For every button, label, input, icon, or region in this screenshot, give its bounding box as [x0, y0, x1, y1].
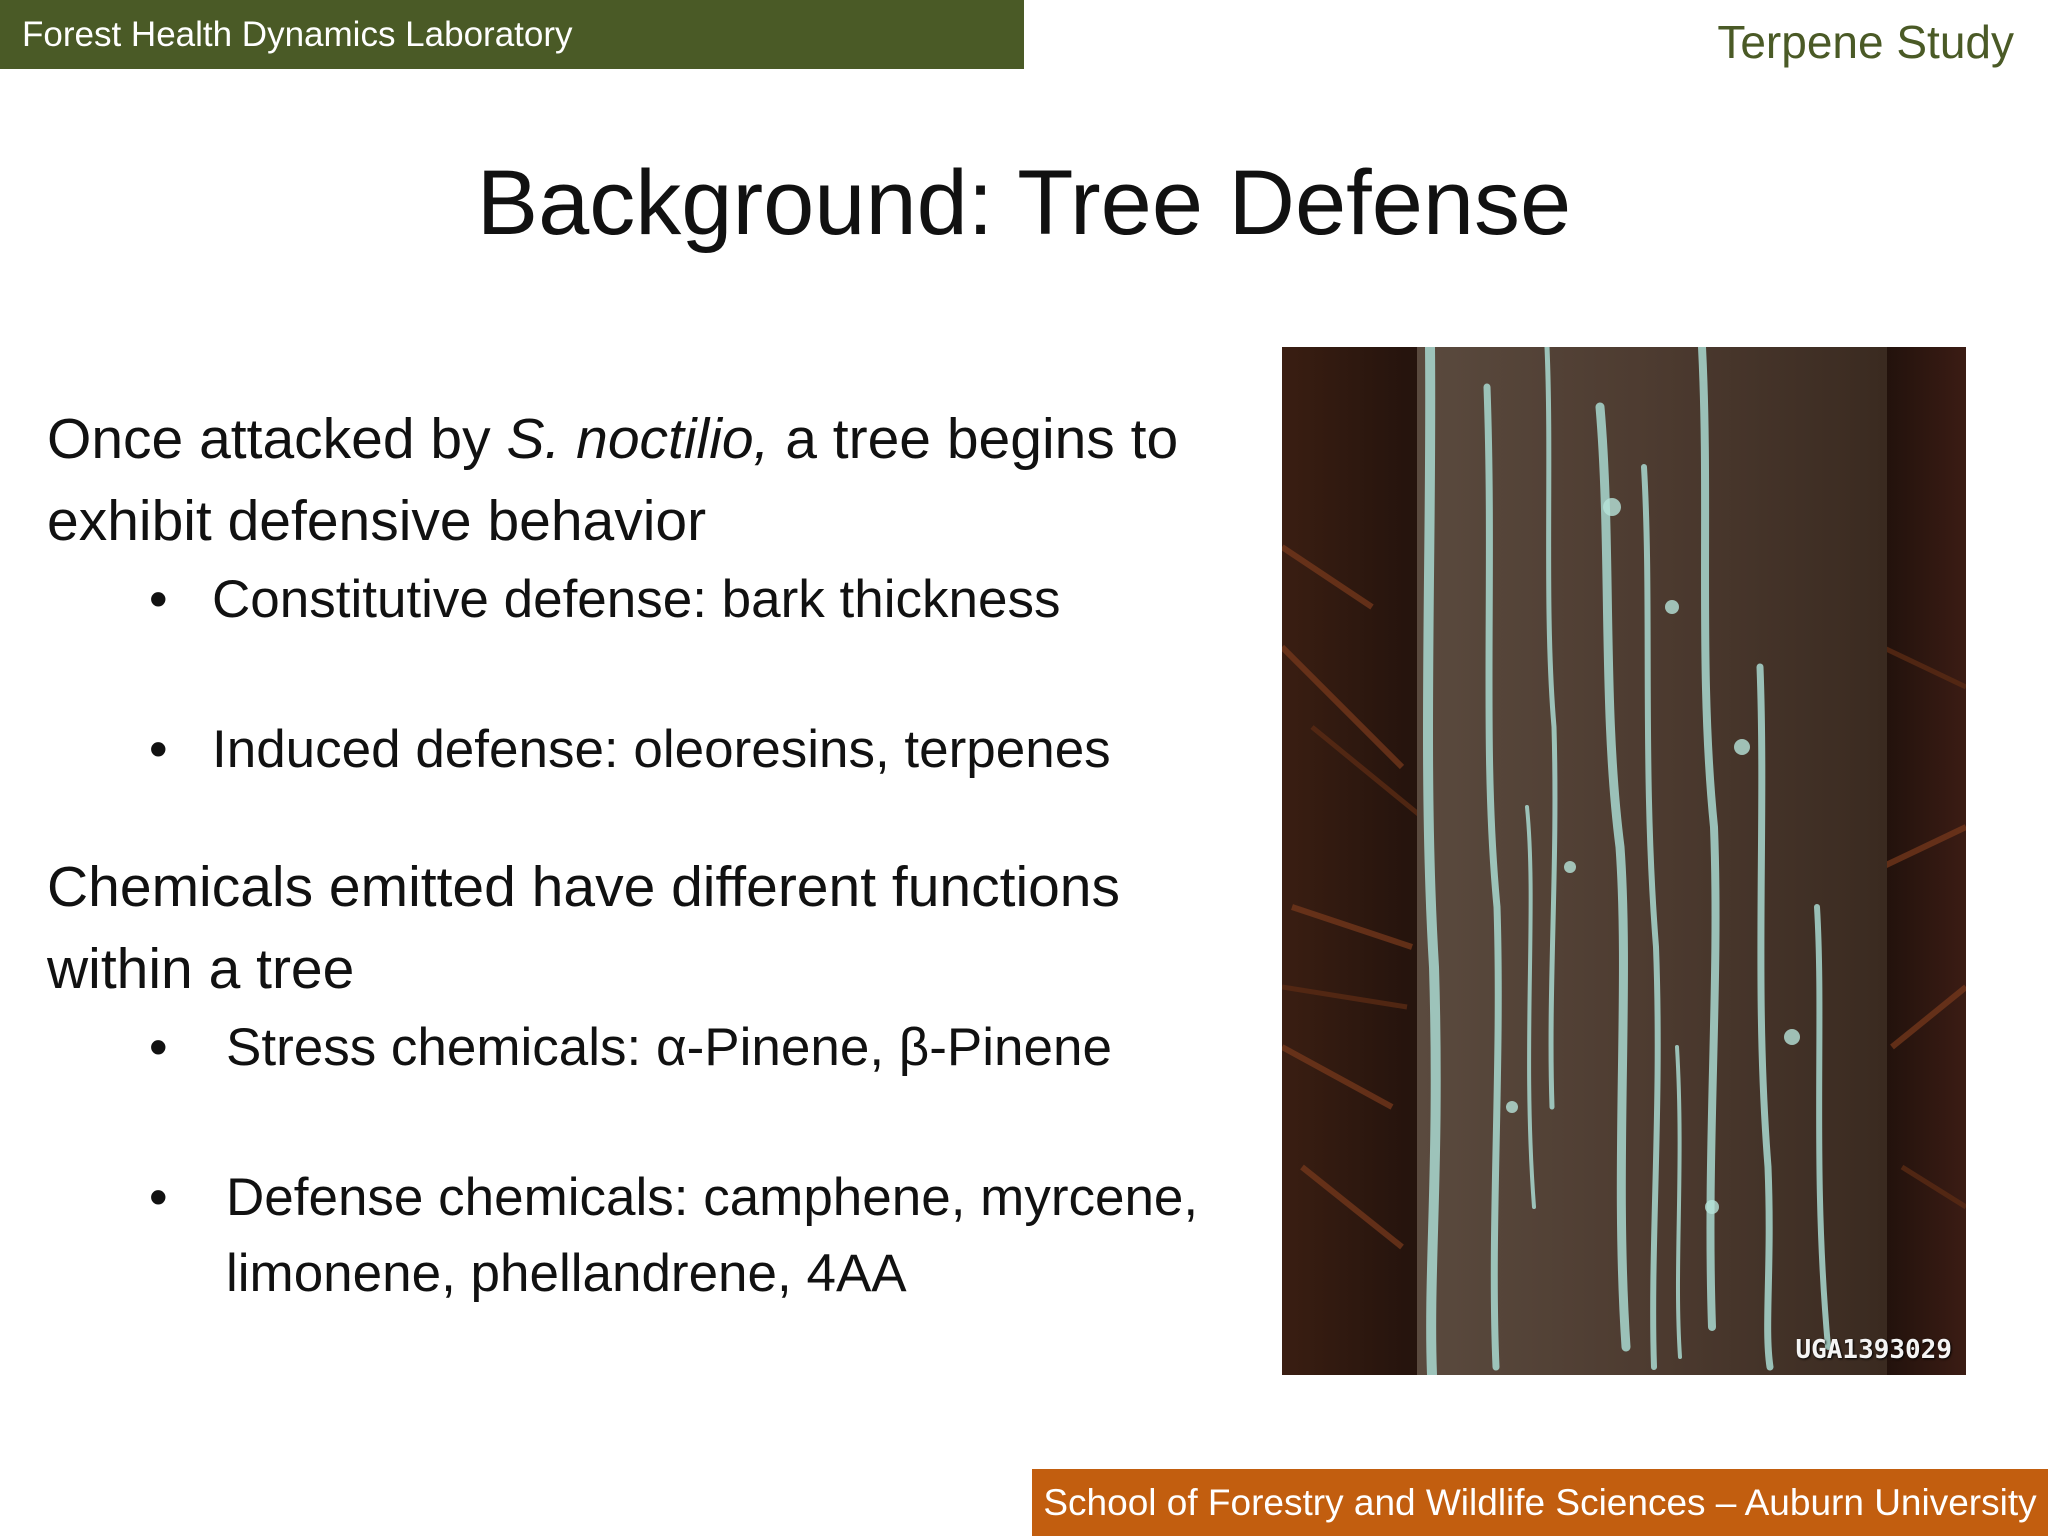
- paragraph-attack: Once attacked by S. noctilio, a tree beg…: [47, 398, 1287, 562]
- list-item: • Defense chemicals: camphene, myrcene, li…: [47, 1160, 1287, 1312]
- bullet-icon: •: [149, 1018, 168, 1077]
- bullet-text: Constitutive defense: bark thickness: [212, 570, 1061, 629]
- list-item: • Stress chemicals: α-Pinene, β-Pinene: [47, 1010, 1287, 1086]
- bullet-text: Stress chemicals: α-Pinene, β-Pinene: [226, 1018, 1112, 1077]
- bullet-text: Induced defense: oleoresins, terpenes: [212, 720, 1111, 779]
- list-item: • Constitutive defense: bark thickness: [47, 562, 1287, 638]
- lab-name: Forest Health Dynamics Laboratory: [22, 15, 573, 54]
- bullet-icon: •: [149, 570, 168, 629]
- list-item: • Induced defense: oleoresins, terpenes: [47, 712, 1287, 788]
- para2-line2: within a tree: [47, 937, 355, 1001]
- spacer: [47, 1086, 1287, 1160]
- slide-body: Once attacked by S. noctilio, a tree beg…: [47, 398, 1287, 1312]
- institution-name: School of Forestry and Wildlife Sciences…: [1043, 1482, 2037, 1523]
- institution-footer: School of Forestry and Wildlife Sciences…: [1032, 1469, 2048, 1536]
- para1-prefix: Once attacked by: [47, 407, 507, 471]
- species-name: S. noctilio,: [506, 407, 770, 471]
- para2-line1: Chemicals emitted have different functio…: [47, 855, 1121, 919]
- spacer: [47, 638, 1287, 712]
- bullet-text: Defense chemicals: camphene, myrcene,: [226, 1168, 1199, 1227]
- photo-id-watermark: UGA1393029: [1795, 1335, 1952, 1365]
- bullet-icon: •: [149, 720, 168, 779]
- para1-suffix: a tree begins to: [769, 407, 1179, 471]
- bullet-text-continued: limonene, phellandrene, 4AA: [226, 1244, 907, 1303]
- chemical-functions-list: • Stress chemicals: α-Pinene, β-Pinene • D…: [47, 1010, 1287, 1312]
- lab-name-banner: Forest Health Dynamics Laboratory: [0, 0, 1024, 69]
- slide-title: Background: Tree Defense: [476, 152, 1572, 254]
- paragraph-chemicals: Chemicals emitted have different functio…: [47, 846, 1287, 1010]
- para1-line2: exhibit defensive behavior: [47, 489, 707, 553]
- tree-bark-photo: UGA1393029: [1282, 347, 1966, 1375]
- bark-resin-illustration: [1282, 347, 1966, 1375]
- study-name: Terpene Study: [1717, 16, 2014, 68]
- bullet-icon: •: [149, 1168, 168, 1227]
- defense-types-list: • Constitutive defense: bark thickness • I…: [47, 562, 1287, 788]
